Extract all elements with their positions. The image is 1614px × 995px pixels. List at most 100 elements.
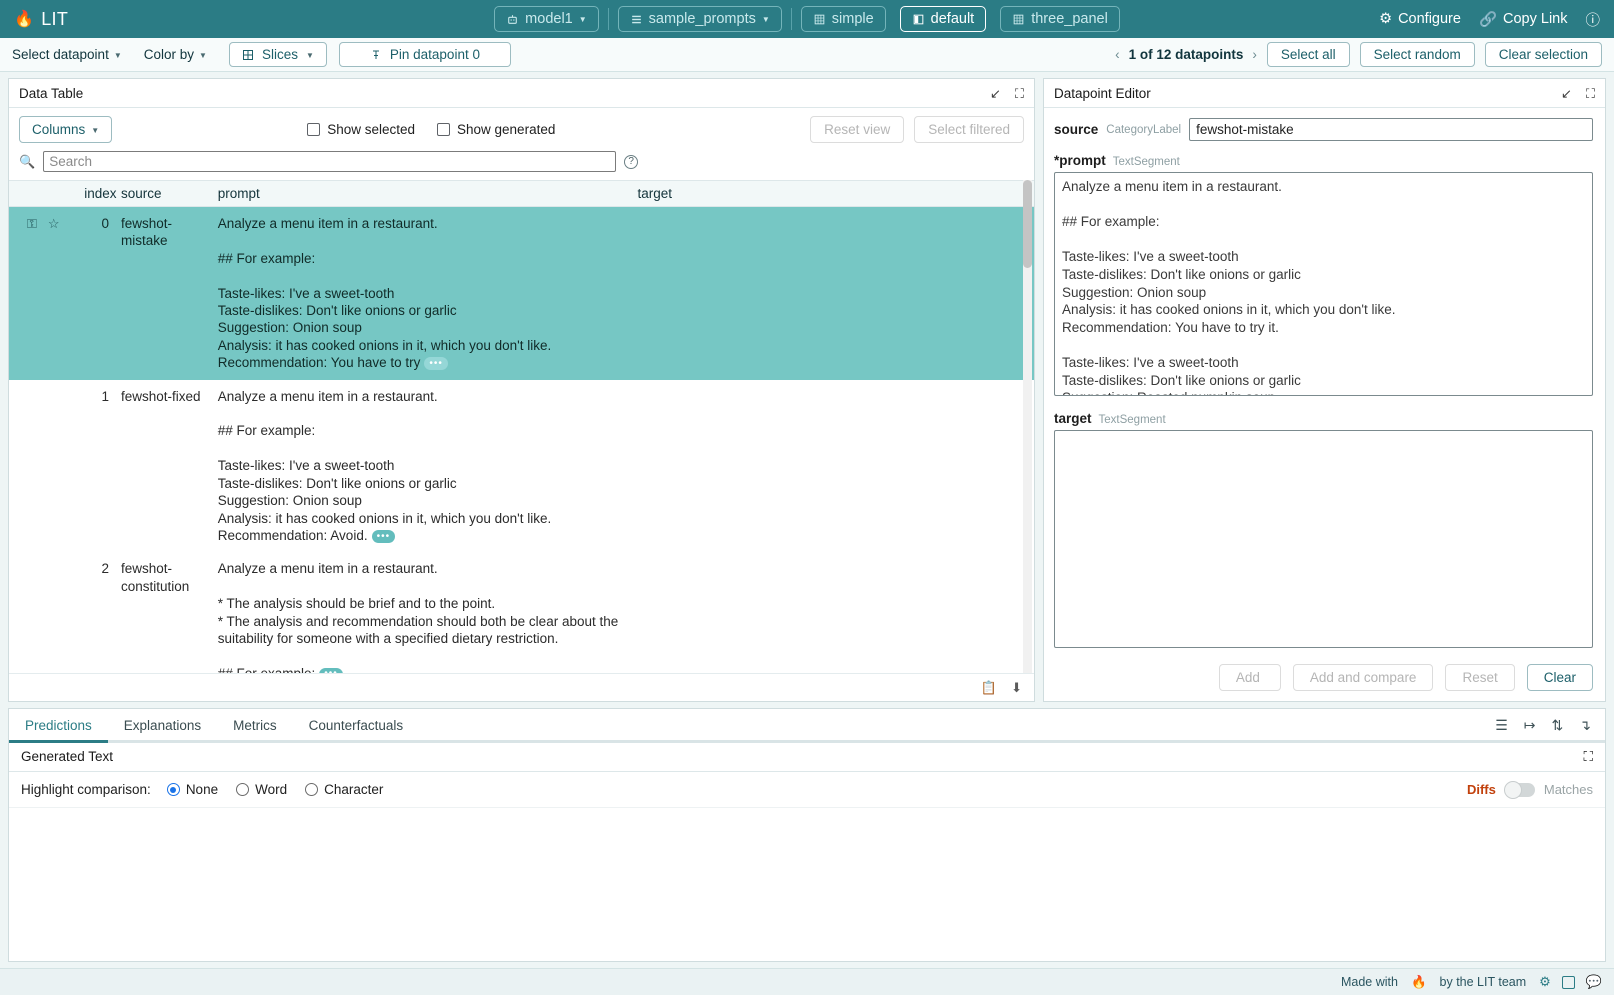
expand-icon[interactable]: ⛶: [1586, 87, 1595, 100]
reset-button[interactable]: Reset: [1445, 664, 1514, 691]
tab-counterfactuals[interactable]: Counterfactuals: [293, 709, 420, 742]
brand-label: LIT: [41, 9, 68, 30]
show-selected-checkbox[interactable]: Show selected: [307, 122, 415, 137]
divider: [791, 8, 792, 30]
next-datapoint-button[interactable]: ›: [1252, 47, 1257, 62]
diffs-matches-switch[interactable]: [1505, 783, 1535, 797]
prev-datapoint-button[interactable]: ‹: [1115, 47, 1120, 62]
copy-icon[interactable]: 📋: [981, 680, 997, 696]
expand-icon[interactable]: ⛶: [1015, 87, 1024, 100]
expand-text-icon[interactable]: •••: [372, 530, 396, 543]
add-button[interactable]: Add: [1219, 664, 1281, 691]
table-header-target[interactable]: target: [632, 181, 1034, 207]
source-input[interactable]: [1189, 118, 1593, 141]
document-icon[interactable]: [1562, 976, 1575, 989]
collapse-all-icon[interactable]: ☰: [1495, 717, 1508, 734]
chevron-down-icon: ▼: [762, 16, 770, 24]
search-help-icon[interactable]: ?: [624, 155, 638, 169]
expand-text-icon[interactable]: •••: [319, 668, 343, 673]
align-top-icon[interactable]: ↦: [1524, 717, 1536, 734]
reset-view-button[interactable]: Reset view: [810, 116, 904, 143]
scrollbar-thumb[interactable]: [1023, 180, 1032, 268]
model-icon: [506, 13, 519, 26]
download-icon[interactable]: ⬇: [1011, 680, 1022, 696]
dataset-selector[interactable]: sample_prompts ▼: [618, 6, 782, 32]
search-icon: 🔍: [19, 154, 35, 170]
data-table-title: Data Table: [19, 86, 990, 101]
prompt-textarea[interactable]: Analyze a menu item in a restaurant. ## …: [1054, 172, 1593, 396]
pin-datapoint-button[interactable]: Pin datapoint 0: [339, 42, 511, 67]
show-generated-checkbox[interactable]: Show generated: [437, 122, 555, 137]
slices-button[interactable]: Slices ▼: [229, 42, 327, 67]
row-index: 2: [78, 552, 115, 673]
feedback-icon[interactable]: 💬: [1586, 974, 1602, 990]
layout-tab-default[interactable]: default: [900, 6, 987, 32]
table-header-prompt[interactable]: prompt: [212, 181, 632, 207]
target-field-label: target: [1054, 411, 1092, 426]
configure-button[interactable]: ⚙ Configure: [1379, 11, 1461, 27]
layout-tab-three-panel[interactable]: three_panel: [1000, 6, 1120, 32]
tab-explanations[interactable]: Explanations: [108, 709, 217, 742]
show-selected-label: Show selected: [327, 122, 415, 137]
table-row[interactable]: 2 fewshot-constitution Analyze a menu it…: [9, 552, 1034, 673]
diffs-matches-toggle: Diffs Matches: [1467, 782, 1593, 797]
datapoint-editor-header: Datapoint Editor ↙ ⛶: [1044, 79, 1605, 108]
row-prompt: Analyze a menu item in a restaurant. ## …: [212, 380, 632, 553]
row-index: 1: [78, 380, 115, 553]
color-by-label: Color by: [144, 47, 194, 62]
radio-character[interactable]: Character: [305, 782, 383, 797]
row-index: 0: [78, 207, 115, 380]
data-table-scrollbar[interactable]: [1023, 180, 1032, 673]
table-header-source[interactable]: source: [115, 181, 212, 207]
settings-icon[interactable]: ⚙: [1539, 974, 1551, 990]
tab-metrics[interactable]: Metrics: [217, 709, 293, 742]
align-bottom-icon[interactable]: ↴: [1579, 717, 1591, 734]
radio-word[interactable]: Word: [236, 782, 287, 797]
data-table-module: Data Table ↙ ⛶ Columns ▼ Show selected S…: [8, 78, 1035, 702]
layout-default-icon: [912, 13, 925, 26]
copy-link-button[interactable]: 🔗 Copy Link: [1479, 11, 1568, 28]
target-textarea[interactable]: [1054, 430, 1593, 648]
select-all-button[interactable]: Select all: [1267, 42, 1350, 67]
target-field-block: target TextSegment: [1054, 411, 1593, 653]
align-center-icon[interactable]: ⇅: [1552, 717, 1564, 734]
search-input[interactable]: [43, 151, 616, 172]
help-button[interactable]: ⓘ: [1586, 9, 1601, 30]
minimize-icon[interactable]: ↙: [990, 87, 1001, 100]
row-source: fewshot-constitution: [115, 552, 212, 673]
layout-tab-default-label: default: [931, 11, 975, 27]
minimize-icon[interactable]: ↙: [1561, 87, 1572, 100]
footer-icons: ⚙ 💬: [1539, 974, 1602, 990]
color-by-dropdown[interactable]: Color by ▼: [144, 47, 207, 62]
generated-text-controls: Highlight comparison: None Word Characte…: [9, 772, 1605, 808]
select-filtered-button[interactable]: Select filtered: [914, 116, 1024, 143]
highlight-comparison-label: Highlight comparison:: [21, 782, 151, 797]
data-table-scroll-area: index source prompt target ⚿ ☆: [9, 180, 1034, 673]
datapoint-editor-title: Datapoint Editor: [1054, 86, 1561, 101]
footer-credit-prefix: Made with: [1341, 975, 1398, 989]
add-and-compare-button[interactable]: Add and compare: [1293, 664, 1434, 691]
expand-text-icon[interactable]: •••: [424, 357, 448, 370]
radio-none[interactable]: None: [167, 782, 218, 797]
columns-button[interactable]: Columns ▼: [19, 116, 112, 143]
chevron-down-icon: ▼: [91, 126, 99, 135]
table-header-index[interactable]: index: [78, 181, 115, 207]
row-controls: [9, 380, 78, 553]
table-row[interactable]: ⚿ ☆ 0 fewshot-mistake Analyze a menu ite…: [9, 207, 1034, 380]
app-bar-right: ⚙ Configure 🔗 Copy Link ⓘ: [1379, 9, 1600, 30]
bottom-panel: Predictions Explanations Metrics Counter…: [0, 702, 1614, 968]
tab-predictions[interactable]: Predictions: [9, 709, 108, 742]
expand-icon[interactable]: ⛶: [1584, 749, 1593, 765]
model-selector[interactable]: model1 ▼: [494, 6, 598, 32]
select-datapoint-dropdown[interactable]: Select datapoint ▼: [12, 47, 122, 62]
star-icon[interactable]: ☆: [48, 215, 60, 232]
clear-selection-button[interactable]: Clear selection: [1485, 42, 1602, 67]
clear-button[interactable]: Clear: [1527, 664, 1593, 691]
switch-knob: [1504, 781, 1522, 799]
select-random-button[interactable]: Select random: [1360, 42, 1475, 67]
row-source: fewshot-fixed: [115, 380, 212, 553]
pin-icon[interactable]: ⚿: [27, 215, 37, 232]
table-row[interactable]: 1 fewshot-fixed Analyze a menu item in a…: [9, 380, 1034, 553]
prompt-field-label: *prompt: [1054, 153, 1106, 168]
layout-tab-simple[interactable]: simple: [801, 6, 886, 32]
